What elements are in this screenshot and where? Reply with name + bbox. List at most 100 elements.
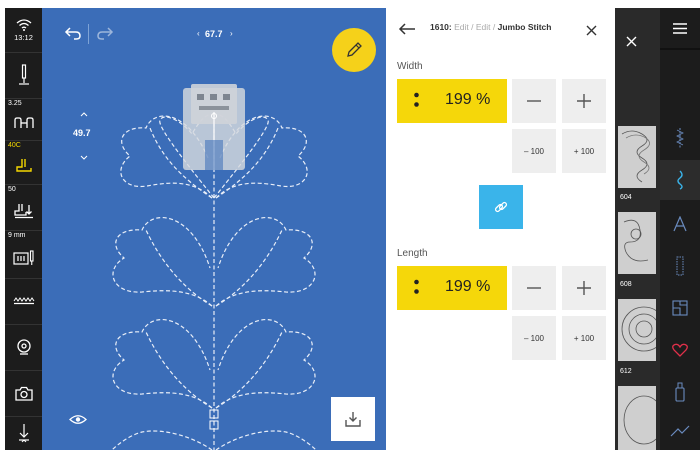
top-stepper-increase[interactable]: › <box>230 29 233 38</box>
feed-dog-icon <box>13 297 34 305</box>
length-decrease-button[interactable] <box>512 266 556 310</box>
minus-icon <box>527 100 541 102</box>
breadcrumb-stitch-number: 1610: <box>430 22 452 32</box>
chevron-down-icon <box>80 155 88 160</box>
stitch-thumb-604-image <box>621 130 650 183</box>
stitch-list-close-button[interactable] <box>626 34 637 52</box>
stitch-number-608: 608 <box>620 281 632 288</box>
back-button[interactable] <box>398 22 416 40</box>
thread-cutter-button[interactable] <box>5 416 42 450</box>
panel-header: 1610: Edit / Edit / Jumbo Stitch <box>386 8 615 50</box>
quilt-stitches-button[interactable] <box>660 288 700 328</box>
usb-memory-button[interactable] <box>660 372 700 412</box>
undo-button[interactable] <box>64 26 82 45</box>
side-stepper-value: 49.7 <box>73 128 91 138</box>
presser-foot-button[interactable]: 40C <box>5 140 42 185</box>
stitch-thumb-604[interactable] <box>618 126 656 188</box>
top-stepper-value: 67.7 <box>205 29 223 39</box>
decorative-stitches-icon <box>677 170 683 190</box>
feed-dog-button[interactable] <box>5 278 42 325</box>
needle-button[interactable] <box>5 52 42 99</box>
plus-icon <box>577 94 591 108</box>
undo-redo-divider <box>88 24 89 44</box>
stitch-canvas[interactable]: ‹ 67.7 › 49.7 <box>42 8 386 450</box>
sewing-assist-button[interactable] <box>660 412 700 450</box>
width-adjust-icon <box>414 92 419 107</box>
close-icon <box>626 36 637 47</box>
breadcrumb: 1610: Edit / Edit / Jumbo Stitch <box>430 22 551 32</box>
panel-close-button[interactable] <box>586 23 597 41</box>
width-plus-100-button[interactable]: + 100 <box>562 129 606 173</box>
breadcrumb-path: Edit / Edit / <box>454 22 496 32</box>
edit-panel: 1610: Edit / Edit / Jumbo Stitch Width 1… <box>386 8 615 450</box>
download-icon <box>345 412 361 427</box>
breadcrumb-current: Jumbo Stitch <box>497 22 552 32</box>
alphabets-button[interactable] <box>660 204 700 244</box>
top-stepper-decrease[interactable]: ‹ <box>197 29 200 38</box>
length-minus-100-button[interactable]: – 100 <box>512 316 556 360</box>
foot-pressure-icon <box>13 204 33 219</box>
stitch-length-button[interactable]: 3.25 <box>5 98 42 141</box>
width-minus-100-button[interactable]: – 100 <box>512 129 556 173</box>
width-increase-button[interactable] <box>562 79 606 123</box>
length-adjust-icon <box>414 279 419 294</box>
favorites-button[interactable] <box>660 330 700 370</box>
alphabet-icon <box>673 216 687 232</box>
stitch-number-612: 612 <box>620 368 632 375</box>
decorative-stitches-button[interactable] <box>660 160 700 200</box>
eye-icon <box>69 415 87 424</box>
edit-pencil-button[interactable] <box>332 28 376 72</box>
stitch-thumb-612[interactable] <box>618 299 656 361</box>
stitch-length-icon <box>13 117 34 128</box>
side-stepper-down[interactable] <box>80 147 88 165</box>
practical-stitches-icon <box>676 128 684 148</box>
redo-button[interactable] <box>96 26 114 45</box>
length-increase-button[interactable] <box>562 266 606 310</box>
link-proportions-button[interactable] <box>479 185 523 229</box>
presser-foot-icon <box>15 159 32 172</box>
width-plus-100-label: + 100 <box>573 146 595 156</box>
width-decrease-button[interactable] <box>512 79 556 123</box>
length-value: 199 % <box>445 278 491 295</box>
width-label: Width <box>397 61 423 72</box>
chevron-up-icon <box>80 112 88 117</box>
close-icon <box>586 25 597 36</box>
left-status-rail: 13:12 3.25 40C 50 9 mm <box>5 8 42 450</box>
needle-plate-icon <box>12 250 34 265</box>
foot-pressure-button[interactable]: 50 <box>5 184 42 231</box>
wifi-status[interactable]: 13:12 <box>5 8 42 53</box>
quilt-icon <box>672 300 688 316</box>
main-menu-button[interactable] <box>660 8 700 48</box>
length-plus-100-button[interactable]: + 100 <box>562 316 606 360</box>
stitch-thumb-next[interactable] <box>618 386 656 450</box>
minus-icon <box>527 287 541 289</box>
menu-icon <box>673 22 687 34</box>
length-minus-100-label: – 100 <box>523 333 545 343</box>
save-stitch-button[interactable] <box>331 397 375 441</box>
foot-pressure-value: 50 <box>8 186 16 193</box>
buttonholes-button[interactable] <box>660 246 700 286</box>
needle-plate-value: 9 mm <box>8 232 26 239</box>
length-value-field[interactable]: 199 % <box>397 266 507 310</box>
camera-button[interactable] <box>5 370 42 417</box>
needle-icon <box>18 64 29 85</box>
rail-divider <box>660 48 700 50</box>
thread-cutter-icon <box>18 424 29 443</box>
app-frame: 13:12 3.25 40C 50 9 mm ‹ 67.7 › 49.7 161… <box>0 0 700 450</box>
visibility-button[interactable] <box>69 412 87 430</box>
redo-icon <box>97 27 114 40</box>
usb-icon <box>675 382 685 402</box>
side-stepper-up[interactable] <box>80 110 88 119</box>
practical-stitches-button[interactable] <box>660 118 700 158</box>
needle-plate-button[interactable]: 9 mm <box>5 230 42 279</box>
length-plus-100-label: + 100 <box>573 333 595 343</box>
bobbin-button[interactable] <box>5 324 42 371</box>
width-value-field[interactable]: 199 % <box>397 79 507 123</box>
width-minus-100-label: – 100 <box>523 146 545 156</box>
width-value: 199 % <box>445 91 491 108</box>
stitch-thumb-608[interactable] <box>618 212 656 274</box>
stitch-thumb-next-image <box>623 395 656 445</box>
stitch-number-604: 604 <box>620 194 632 201</box>
stitch-thumb-608-image <box>623 219 649 262</box>
buttonhole-icon <box>676 256 684 276</box>
